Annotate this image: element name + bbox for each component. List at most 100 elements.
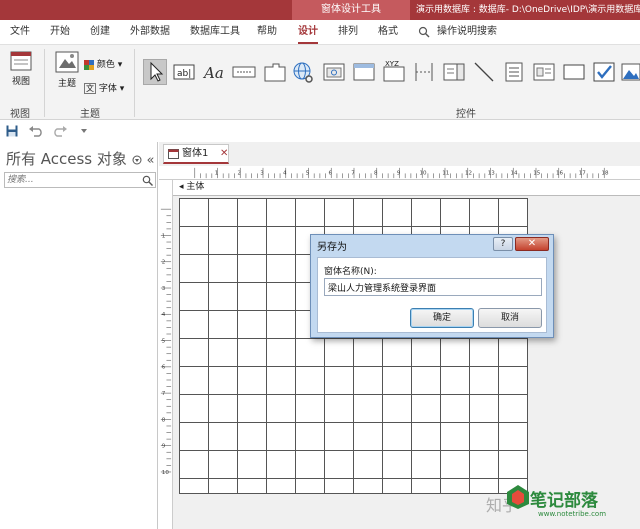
ruler-label: 8 [162, 417, 166, 423]
horizontal-ruler: 1 2 3 4 5 6 7 8 9 10 11 12 13 14 15 16 17 18 [159, 166, 640, 180]
group-divider [44, 49, 45, 117]
web-browser-control[interactable] [322, 59, 346, 85]
controls-group-label: 控件 [456, 109, 476, 120]
context-tab-form-design-tools: 窗体设计工具 [292, 0, 410, 20]
tell-me-search[interactable]: 操作说明搜索 [437, 20, 497, 44]
quick-access-toolbar [0, 120, 640, 142]
theme-icon [55, 51, 79, 73]
ruler-label: 18 [601, 170, 609, 176]
tab-external-data[interactable]: 外部数据 [130, 20, 170, 44]
colors-label: 颜色 [96, 60, 115, 70]
web-browser-icon [323, 63, 345, 81]
search-icon[interactable] [142, 175, 153, 186]
option-group-control[interactable]: XYZ [382, 59, 406, 85]
nav-pane-title[interactable]: 所有 Access 对象 « [6, 148, 154, 169]
close-tab-icon[interactable]: ✕ [220, 145, 228, 163]
combo-box-icon [443, 63, 465, 81]
section-arrow-icon: ◂ [179, 182, 184, 192]
ruler-label: 3 [260, 170, 264, 176]
page-break-control[interactable] [412, 59, 436, 85]
ruler-label: 9 [397, 170, 401, 176]
nav-search-input[interactable] [7, 174, 137, 186]
ruler-label: 16 [556, 170, 564, 176]
line-control[interactable] [472, 59, 496, 85]
ruler-label: 10 [162, 470, 170, 476]
ruler-label: 4 [162, 312, 166, 318]
detail-section-bar[interactable]: ◂ 主体 [173, 180, 640, 196]
document-tab-form1[interactable]: 窗体1 ✕ [163, 144, 229, 164]
tab-database-tools[interactable]: 数据库工具 [190, 20, 240, 44]
ruler-label: 1 [162, 233, 166, 239]
option-group-icon: XYZ [383, 60, 405, 82]
dialog-help-button[interactable]: ? [493, 237, 513, 251]
ruler-label: 3 [162, 286, 166, 292]
detail-section-label: 主体 [186, 182, 205, 192]
nav-dropdown-icon[interactable] [132, 155, 142, 165]
tab-arrange[interactable]: 排列 [338, 20, 358, 44]
rectangle-control[interactable] [562, 59, 586, 85]
undo-icon[interactable] [28, 125, 44, 137]
toggle-button-control[interactable] [502, 59, 526, 85]
navigation-icon [353, 63, 375, 81]
label-control[interactable]: Aa [202, 59, 226, 85]
lightbulb-search-icon[interactable] [418, 26, 430, 38]
image-icon [621, 63, 640, 81]
hyperlink-control[interactable] [291, 59, 315, 85]
select-pointer-control[interactable] [143, 59, 167, 85]
toggle-button-icon [505, 62, 523, 82]
tab-control[interactable] [263, 59, 287, 85]
ruler-label: 7 [162, 391, 166, 397]
button-control[interactable] [232, 59, 256, 85]
ruler-label: 13 [488, 170, 496, 176]
combo-box-control[interactable] [442, 59, 466, 85]
view-label: 视图 [11, 77, 30, 87]
brand-name: 笔记部落 [530, 491, 598, 511]
theme-button[interactable]: 主题 [50, 51, 84, 89]
fonts-button[interactable]: 文 字体 ▾ [84, 81, 124, 94]
tab-home[interactable]: 开始 [50, 20, 70, 44]
view-button[interactable]: 视图 [4, 51, 38, 87]
ruler-label: 5 [306, 170, 310, 176]
textbox-control[interactable]: ab| [172, 59, 196, 85]
ok-button[interactable]: 确定 [410, 308, 474, 328]
save-as-dialog: 另存为 ? ✕ 窗体名称(N): 确定 取消 [310, 234, 554, 338]
window-title: 演示用数据库 : 数据库- D:\OneDrive\IDP\演示用数据库 [416, 5, 640, 15]
textbox-icon-text: ab| [177, 69, 191, 79]
form-name-input[interactable] [324, 278, 542, 296]
navigation-control[interactable] [352, 59, 376, 85]
form-name-label: 窗体名称(N): [324, 267, 377, 277]
redo-icon[interactable] [52, 125, 68, 137]
cancel-button[interactable]: 取消 [478, 308, 542, 328]
view-icon [10, 51, 32, 71]
save-icon[interactable] [6, 125, 18, 137]
theme-group-label: 主题 [80, 109, 100, 120]
nav-search-box[interactable] [4, 172, 156, 188]
ruler-label: 6 [162, 365, 166, 371]
ruler-label: 1 [215, 170, 219, 176]
customize-qat-icon[interactable] [80, 127, 88, 135]
ruler-label: 2 [237, 170, 241, 176]
colors-icon [84, 59, 94, 70]
rectangle-icon [563, 64, 585, 80]
brand-url: www.notetribe.com [538, 510, 607, 518]
ruler-label: 9 [162, 444, 166, 450]
image-control[interactable] [620, 59, 640, 85]
list-box-control[interactable] [532, 59, 556, 85]
dialog-close-button[interactable]: ✕ [515, 237, 549, 251]
group-divider [134, 49, 135, 117]
fonts-icon: 文 [84, 83, 96, 94]
collapse-nav-icon[interactable]: « [146, 153, 154, 168]
check-box-control[interactable] [592, 59, 616, 85]
check-box-icon [593, 62, 615, 82]
tab-help[interactable]: 帮助 [257, 20, 277, 44]
option-group-icon-text: XYZ [385, 60, 399, 68]
tab-file[interactable]: 文件 [10, 20, 30, 44]
tab-create[interactable]: 创建 [90, 20, 110, 44]
tab-design[interactable]: 设计 [298, 20, 318, 44]
ruler-label: 14 [510, 170, 518, 176]
label-icon-text: Aa [202, 64, 224, 82]
ruler-label: 12 [465, 170, 472, 176]
ruler-label: 17 [579, 170, 587, 176]
colors-button[interactable]: 颜色 ▾ [84, 57, 122, 70]
tab-format[interactable]: 格式 [378, 20, 398, 44]
